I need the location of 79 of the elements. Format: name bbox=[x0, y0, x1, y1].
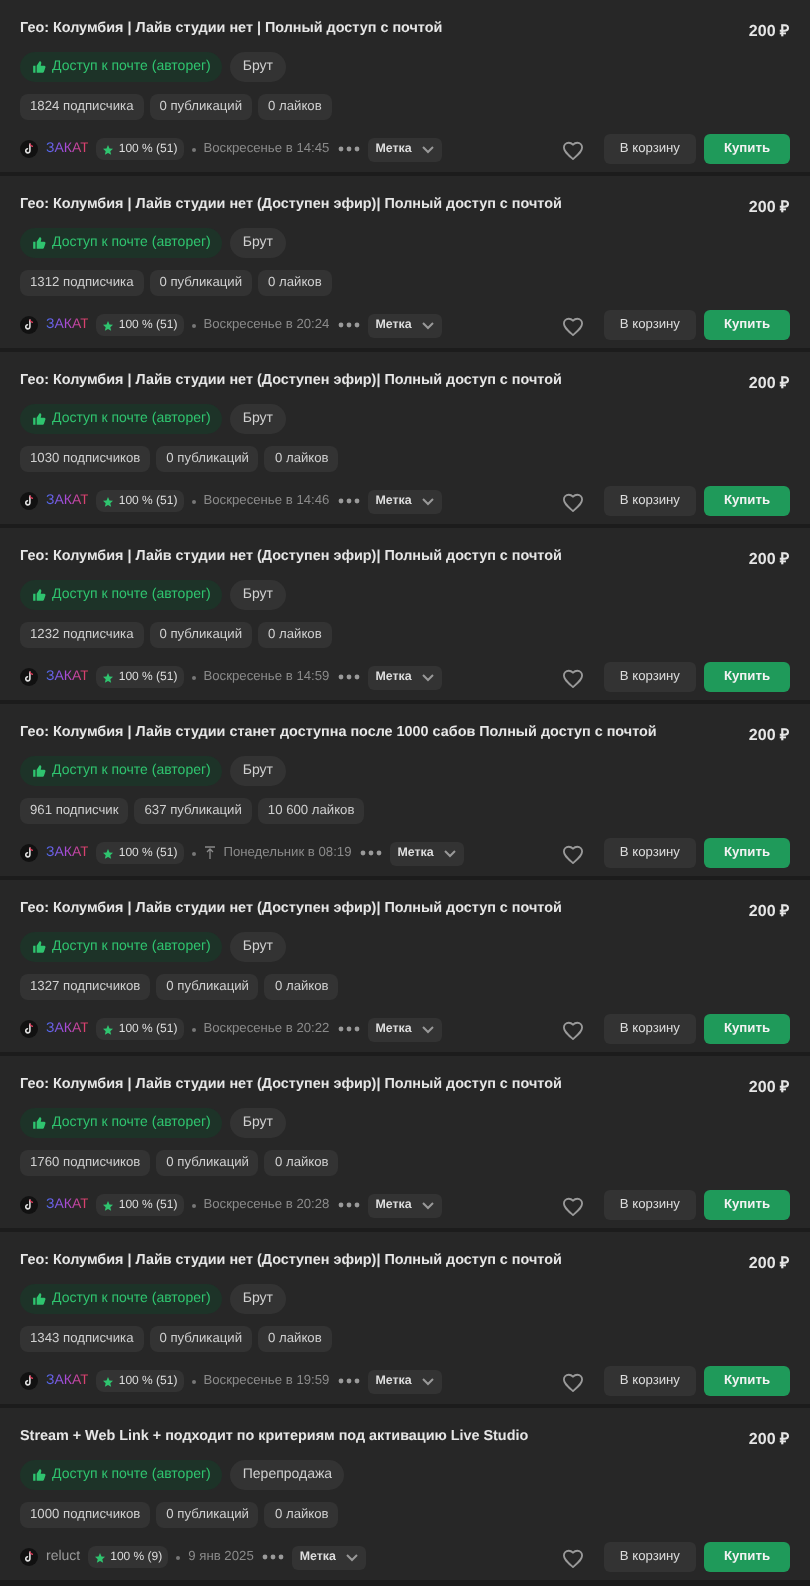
listing-card[interactable] bbox=[0, 1056, 810, 1228]
thumbs-up-icon bbox=[32, 60, 46, 74]
more-icon[interactable] bbox=[337, 498, 360, 504]
app-logo-icon bbox=[20, 316, 38, 334]
thumbs-up-icon bbox=[32, 1292, 46, 1306]
listing-card[interactable] bbox=[0, 704, 810, 876]
app-logo-icon bbox=[20, 492, 38, 510]
more-icon[interactable] bbox=[337, 1202, 360, 1208]
separator-dot-icon bbox=[191, 851, 196, 855]
separator-dot-icon bbox=[191, 1203, 196, 1207]
listing-card[interactable] bbox=[0, 176, 810, 348]
heart-icon[interactable] bbox=[561, 843, 584, 863]
thumbs-up-icon bbox=[32, 764, 46, 778]
star-icon bbox=[102, 847, 115, 859]
thumbs-up-icon bbox=[32, 1116, 46, 1130]
chevron-down-icon bbox=[421, 1025, 434, 1033]
price: 200 ₽ bbox=[748, 20, 790, 40]
heart-icon[interactable] bbox=[561, 1371, 584, 1391]
chevron-down-icon bbox=[421, 1201, 434, 1209]
price: 200 ₽ bbox=[748, 196, 790, 216]
price: 200 ₽ bbox=[748, 1252, 790, 1272]
star-icon bbox=[102, 671, 115, 683]
chevron-down-icon bbox=[421, 145, 434, 153]
price: 200 ₽ bbox=[748, 1076, 790, 1096]
chevron-down-icon bbox=[421, 321, 434, 329]
app-logo-icon bbox=[20, 844, 38, 862]
heart-icon[interactable] bbox=[561, 491, 584, 511]
heart-icon[interactable] bbox=[561, 1195, 584, 1215]
app-logo-icon bbox=[20, 1372, 38, 1390]
heart-icon[interactable] bbox=[561, 139, 584, 159]
thumbs-up-icon bbox=[32, 940, 46, 954]
more-icon[interactable] bbox=[337, 146, 360, 152]
app-logo-icon bbox=[20, 140, 38, 158]
listing-card[interactable] bbox=[0, 1232, 810, 1404]
chevron-down-icon bbox=[421, 673, 434, 681]
price: 200 ₽ bbox=[748, 900, 790, 920]
separator-dot-icon bbox=[191, 323, 196, 327]
star-icon bbox=[102, 319, 115, 331]
star-icon bbox=[102, 1199, 115, 1211]
chevron-down-icon bbox=[443, 849, 456, 857]
more-icon[interactable] bbox=[261, 1554, 284, 1560]
star-icon bbox=[102, 1375, 115, 1387]
price: 200 ₽ bbox=[748, 548, 790, 568]
heart-icon[interactable] bbox=[561, 1547, 584, 1567]
app-logo-icon bbox=[20, 1020, 38, 1038]
listing-card[interactable] bbox=[0, 352, 810, 524]
thumbs-up-icon bbox=[32, 236, 46, 250]
separator-dot-icon bbox=[191, 499, 196, 503]
separator-dot-icon bbox=[191, 1027, 196, 1031]
thumbs-up-icon bbox=[32, 1468, 46, 1482]
star-icon bbox=[102, 495, 115, 507]
separator-dot-icon bbox=[191, 675, 196, 679]
app-logo-icon bbox=[20, 1548, 38, 1566]
listing-card[interactable] bbox=[0, 880, 810, 1052]
chevron-down-icon bbox=[345, 1553, 358, 1561]
listing-card[interactable] bbox=[0, 528, 810, 700]
price: 200 ₽ bbox=[748, 724, 790, 744]
star-icon bbox=[94, 1551, 107, 1563]
more-icon[interactable] bbox=[337, 322, 360, 328]
heart-icon[interactable] bbox=[561, 315, 584, 335]
more-icon[interactable] bbox=[337, 674, 360, 680]
heart-icon[interactable] bbox=[561, 1019, 584, 1039]
separator-dot-icon bbox=[191, 1379, 196, 1383]
more-icon[interactable] bbox=[359, 850, 382, 856]
heart-icon[interactable] bbox=[561, 667, 584, 687]
chevron-down-icon bbox=[421, 497, 434, 505]
more-icon[interactable] bbox=[337, 1026, 360, 1032]
price: 200 ₽ bbox=[748, 1428, 790, 1448]
app-logo-icon bbox=[20, 1196, 38, 1214]
separator-dot-icon bbox=[176, 1555, 181, 1559]
chevron-down-icon bbox=[421, 1377, 434, 1385]
star-icon bbox=[102, 143, 115, 155]
thumbs-up-icon bbox=[32, 412, 46, 426]
app-logo-icon bbox=[20, 668, 38, 686]
more-icon[interactable] bbox=[337, 1378, 360, 1384]
star-icon bbox=[102, 1023, 115, 1035]
separator-dot-icon bbox=[191, 147, 196, 151]
thumbs-up-icon bbox=[32, 588, 46, 602]
price: 200 ₽ bbox=[748, 372, 790, 392]
